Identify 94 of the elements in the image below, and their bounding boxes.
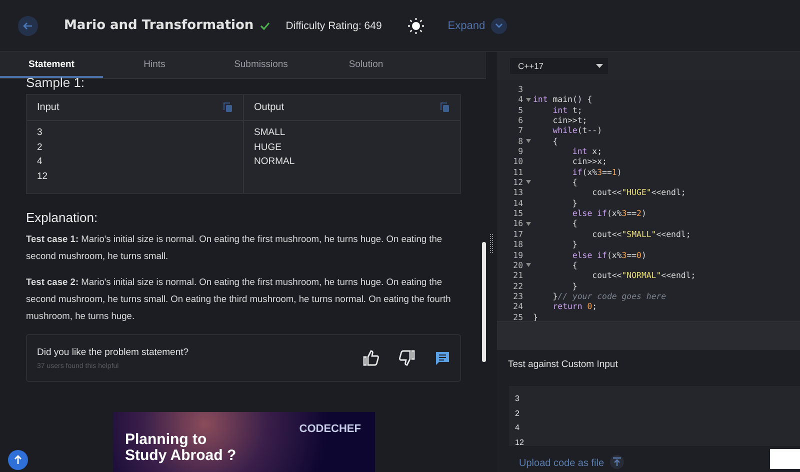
fold-arrow-icon[interactable] (526, 263, 530, 268)
line-number: 9 (517, 146, 523, 156)
line-number: 13 (512, 187, 523, 198)
ad-logo: CODECHEF (299, 423, 361, 435)
language-dropdown[interactable]: C++17 (510, 58, 608, 74)
line-number: 3 (517, 84, 523, 94)
sample-input-line: 3 (37, 126, 44, 140)
thumbs-up-icon[interactable] (363, 350, 379, 366)
line-number: 11 (512, 166, 523, 178)
line-number: 17 (512, 228, 523, 240)
line-number: 24 (512, 301, 523, 312)
fold-arrow-icon[interactable] (526, 138, 530, 143)
sample-input-line: 12 (37, 170, 49, 184)
fold-arrow-icon[interactable] (526, 98, 530, 102)
comment-icon[interactable] (435, 350, 450, 366)
code-editor[interactable] (497, 80, 800, 322)
line-number: 14 (512, 198, 523, 208)
code-line: } (571, 198, 578, 208)
input-label: Input (37, 102, 60, 113)
code-line: { (571, 177, 578, 188)
upload-link[interactable]: Upload code as file (519, 458, 604, 469)
copy-icon[interactable] (440, 102, 450, 113)
code-line: } (533, 312, 538, 321)
custom-input-heading: Test against Custom Input (507, 358, 619, 372)
upload-icon[interactable] (610, 455, 624, 469)
code-line: }// your code goes here (552, 290, 666, 302)
custom-input-field[interactable]: 3 2 4 12 (509, 386, 800, 446)
code-line: } (571, 280, 578, 291)
expand-button[interactable]: Expand (448, 20, 486, 32)
explanation-paragraph: Test case 2: Mario's initial size is normal. On eating the first mushroom, he turns huge. On eating the second mushroom, he turns small. On eating the third mushroom, he turns normal. On eating the fourth mushroom, he turns huge. (26, 276, 452, 323)
difficulty-rating: Difficulty Rating: 649 (286, 20, 382, 32)
code-line: int t; (552, 104, 582, 116)
line-number: 15 (512, 208, 523, 218)
scroll-up-button[interactable] (8, 450, 28, 470)
caret-icon (596, 64, 603, 68)
code-line: cout<<"SMALL"<<endl; (591, 228, 691, 240)
line-number: 25 (512, 312, 523, 321)
feedback-question: Did you like the problem statement? (37, 346, 190, 358)
copy-icon[interactable] (223, 102, 233, 113)
line-number: 6 (517, 115, 523, 126)
line-number: 4 (517, 94, 523, 105)
line-number: 20 (512, 260, 523, 270)
line-number: 19 (512, 250, 523, 260)
sample-output-line: HUGE (254, 140, 282, 154)
line-number: 22 (512, 280, 523, 291)
problem-title: Mario and Transformation (64, 18, 254, 33)
code-line: else if(x%3==0) (571, 250, 646, 260)
line-number: 8 (517, 136, 523, 146)
sample-heading: Sample 1: (26, 76, 86, 90)
output-label: Output (254, 102, 284, 113)
tab[interactable]: Submissions (206, 52, 316, 78)
ad-headline: Planning to Study Abroad ? (125, 432, 238, 464)
code-line: cin>>x; (571, 156, 607, 167)
chevron-down-icon (495, 22, 504, 28)
scrollbar-thumb[interactable] (482, 242, 486, 362)
line-number: 10 (512, 156, 523, 167)
code-line: while(t--) (552, 125, 602, 136)
code-line: } (571, 239, 578, 250)
thumbs-down-icon[interactable] (399, 350, 415, 366)
explanation-heading: Explanation: (26, 210, 99, 225)
sample-output-line: SMALL (254, 126, 286, 140)
code-line: cout<<"HUGE"<<endl; (591, 187, 686, 198)
fold-arrow-icon[interactable] (526, 180, 530, 184)
code-line: cout<<"NORMAL"<<endl; (591, 270, 696, 281)
line-number: 7 (517, 125, 523, 136)
line-number: 16 (512, 218, 523, 229)
code-line: else if(x%3==2) (571, 208, 646, 218)
line-number: 18 (512, 239, 523, 250)
tab[interactable]: Hints (103, 52, 206, 78)
line-number: 5 (517, 104, 523, 116)
line-number: 23 (512, 290, 523, 302)
back-button[interactable] (18, 16, 38, 36)
code-line: int main() { (533, 94, 592, 105)
line-number: 12 (512, 177, 523, 188)
code-line: { (552, 136, 558, 146)
code-line: cin>>t; (552, 115, 588, 126)
sun-icon[interactable] (408, 18, 424, 34)
ad-banner[interactable]: CODECHEF Planning to Study Abroad ? (113, 412, 375, 472)
fold-arrow-icon[interactable] (526, 222, 530, 226)
chevron-button[interactable] (491, 18, 508, 34)
arrow-left-icon (23, 20, 33, 30)
code-line: { (571, 260, 578, 270)
explanation-paragraph: Test case 1: Mario's initial size is normal. On eating the first mushroom, he turns huge. On eating the second mushroom, he turns small. (26, 233, 444, 263)
code-line: return 0; (552, 301, 598, 312)
sample-input-line: 2 (37, 140, 44, 154)
code-line: if(x%3==1) (571, 166, 622, 178)
arrow-up-icon (13, 455, 23, 465)
sample-input-line: 4 (37, 155, 44, 169)
code-line: int x; (571, 146, 602, 156)
sample-output-line: NORMAL (254, 155, 296, 169)
line-number: 21 (512, 270, 523, 281)
tab[interactable]: Statement (0, 52, 103, 78)
tab[interactable]: Solution (316, 52, 416, 78)
code-line: { (571, 218, 578, 229)
